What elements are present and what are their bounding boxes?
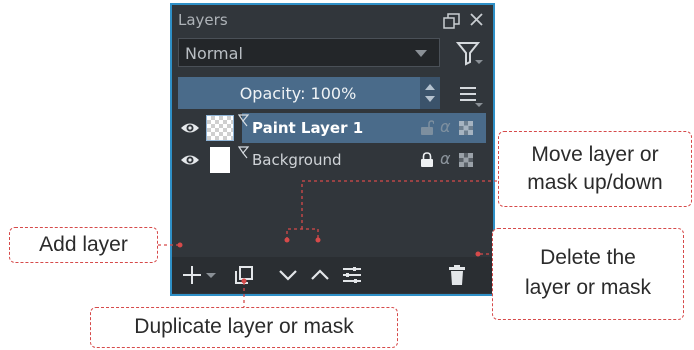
callout-duplicate: Duplicate layer or mask	[90, 307, 398, 348]
callout-move: Move layer or mask up/down	[498, 131, 692, 207]
callout-add-layer: Add layer	[9, 227, 158, 263]
callout-text: Duplicate layer or mask	[134, 315, 354, 338]
callout-text: layer or mask	[524, 276, 652, 299]
callout-text: Move layer or	[531, 143, 659, 166]
callout-delete: Delete the layer or mask	[492, 228, 684, 320]
callout-text: Add layer	[39, 233, 128, 256]
callout-text: Delete the	[540, 246, 636, 269]
callout-text: mask up/down	[527, 171, 663, 194]
